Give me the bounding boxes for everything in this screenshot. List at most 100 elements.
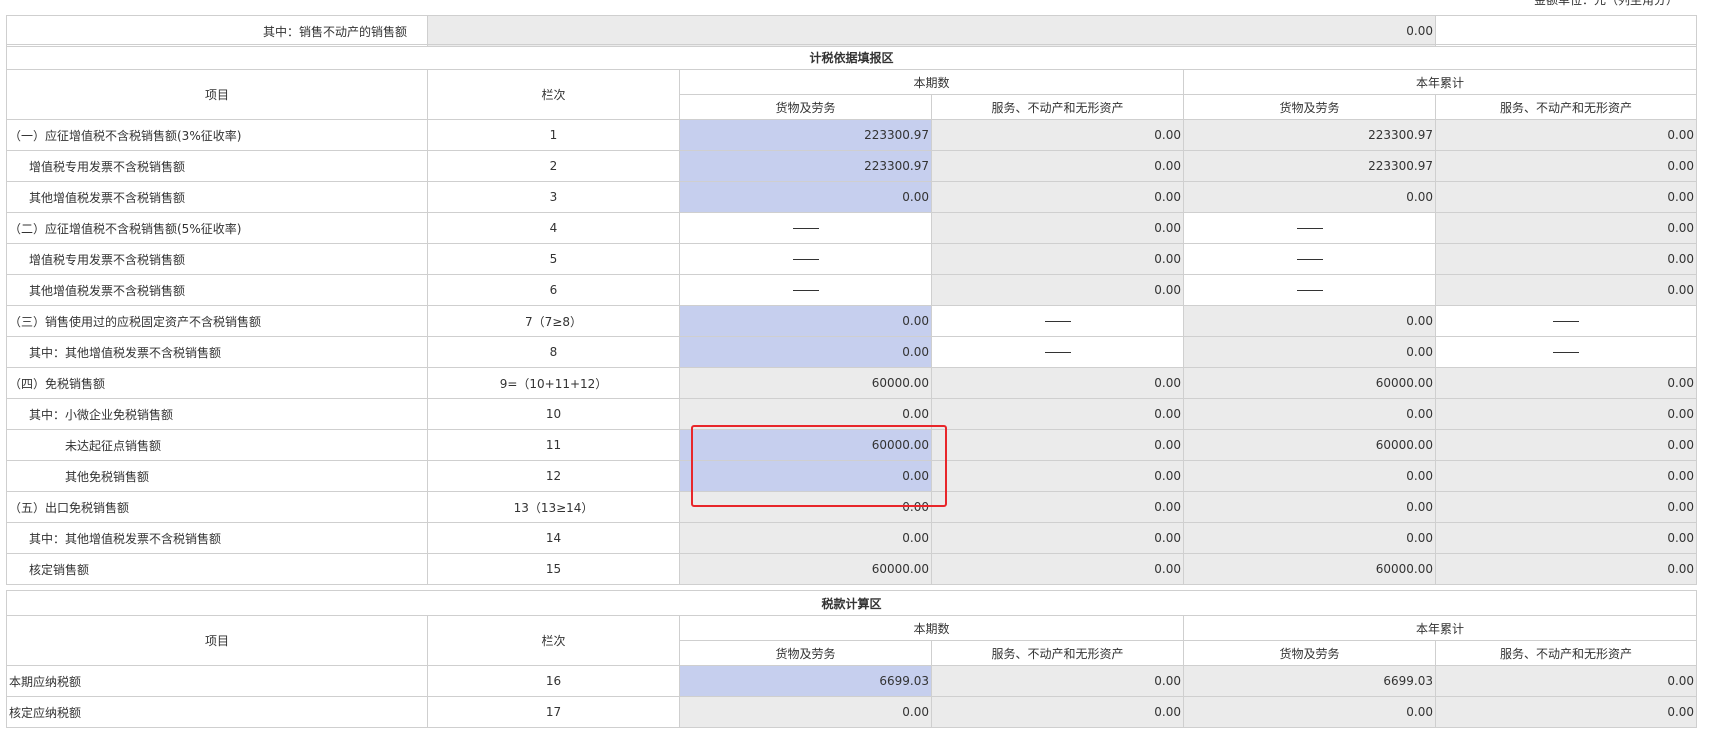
ytd-goods-amount: 60000.00 bbox=[1183, 553, 1436, 585]
table-row: 其中：其他增值税发票不含税销售额 14 0.00 0.00 0.00 0.00 bbox=[6, 522, 1698, 554]
row-label: 其他增值税发票不含税销售额 bbox=[6, 274, 428, 306]
current-goods-amount: 0.00 bbox=[679, 398, 932, 430]
current-goods-amount[interactable]: 6699.03 bbox=[679, 665, 932, 697]
current-services-amount: 0.00 bbox=[931, 522, 1184, 554]
current-goods-amount: 0.00 bbox=[679, 522, 932, 554]
sales-real-estate-value: 0.00 bbox=[427, 15, 1436, 47]
row-line-number: 17 bbox=[427, 696, 680, 728]
ytd-goods-amount: 60000.00 bbox=[1183, 367, 1436, 399]
row-line-number: 8 bbox=[427, 336, 680, 368]
not-applicable-dash bbox=[1044, 352, 1071, 353]
table-row: 其中：其他增值税发票不含税销售额 8 0.00 0.00 bbox=[6, 336, 1698, 368]
ytd-services-amount: 0.00 bbox=[1434, 460, 1698, 492]
table-row: 其他增值税发票不含税销售额 3 0.00 0.00 0.00 0.00 bbox=[6, 181, 1698, 213]
row-label: （一）应征增值税不含税销售额(3%征收率) bbox=[6, 119, 428, 151]
row-line-number: 16 bbox=[427, 665, 680, 697]
not-applicable-dash bbox=[1044, 321, 1071, 322]
sales-real-estate-table: 其中：销售不动产的销售额 0.00 bbox=[6, 15, 1697, 47]
row-label: （三）销售使用过的应税固定资产不含税销售额 bbox=[6, 305, 428, 337]
current-goods-amount bbox=[679, 274, 932, 306]
empty-cell bbox=[1435, 15, 1697, 47]
row-line-number: 3 bbox=[427, 181, 680, 213]
header-services: 服务、不动产和无形资产 bbox=[1434, 94, 1698, 120]
current-goods-amount[interactable]: 0.00 bbox=[679, 460, 932, 492]
row-label: （二）应征增值税不含税销售额(5%征收率) bbox=[6, 212, 428, 244]
tax-calculation-table: 税款计算区 项目 栏次 本期数 本年累计 货物及劳务 服务、不动产和无形资产 货… bbox=[5, 590, 1698, 728]
current-services-amount: 0.00 bbox=[931, 429, 1184, 461]
row-label: 本期应纳税额 bbox=[6, 665, 428, 697]
header-current-period: 本期数 bbox=[679, 615, 1184, 641]
table-row: 其他免税销售额 12 0.00 0.00 0.00 0.00 bbox=[6, 460, 1698, 492]
header-goods: 货物及劳务 bbox=[1183, 640, 1436, 666]
ytd-services-amount: 0.00 bbox=[1434, 429, 1698, 461]
row-label: 其他增值税发票不含税销售额 bbox=[6, 181, 428, 213]
current-goods-amount bbox=[679, 243, 932, 275]
table-row: 其中：小微企业免税销售额 10 0.00 0.00 0.00 0.00 bbox=[6, 398, 1698, 430]
tax-basis-table: 计税依据填报区 项目 栏次 本期数 本年累计 货物及劳务 服务、不动产和无形资产… bbox=[5, 44, 1698, 585]
row-line-number: 13（13≥14） bbox=[427, 491, 680, 523]
current-goods-amount: 0.00 bbox=[679, 696, 932, 728]
ytd-services-amount: 0.00 bbox=[1434, 212, 1698, 244]
ytd-services-amount: 0.00 bbox=[1434, 522, 1698, 554]
row-line-number: 11 bbox=[427, 429, 680, 461]
current-services-amount: 0.00 bbox=[931, 181, 1184, 213]
current-goods-amount[interactable]: 223300.97 bbox=[679, 150, 932, 182]
current-goods-amount[interactable]: 0.00 bbox=[679, 336, 932, 368]
header-line: 栏次 bbox=[427, 615, 680, 666]
table-row: 增值税专用发票不含税销售额 5 0.00 0.00 bbox=[6, 243, 1698, 275]
row-line-number: 14 bbox=[427, 522, 680, 554]
current-goods-amount[interactable]: 0.00 bbox=[679, 305, 932, 337]
current-services-amount: 0.00 bbox=[931, 491, 1184, 523]
row-label: 其中：其他增值税发票不含税销售额 bbox=[6, 522, 428, 554]
ytd-goods-amount: 223300.97 bbox=[1183, 150, 1436, 182]
row-label: 其中：小微企业免税销售额 bbox=[6, 398, 428, 430]
current-services-amount: 0.00 bbox=[931, 119, 1184, 151]
row-line-number: 10 bbox=[427, 398, 680, 430]
row-line-number: 15 bbox=[427, 553, 680, 585]
ytd-services-amount: 0.00 bbox=[1434, 150, 1698, 182]
row-line-number: 1 bbox=[427, 119, 680, 151]
ytd-goods-amount bbox=[1183, 212, 1436, 244]
current-services-amount: 0.00 bbox=[931, 696, 1184, 728]
current-goods-amount: 60000.00 bbox=[679, 367, 932, 399]
row-label: 其中：其他增值税发票不含税销售额 bbox=[6, 336, 428, 368]
current-services-amount: 0.00 bbox=[931, 553, 1184, 585]
current-goods-amount[interactable]: 223300.97 bbox=[679, 119, 932, 151]
ytd-services-amount: 0.00 bbox=[1434, 696, 1698, 728]
row-line-number: 9=（10+11+12） bbox=[427, 367, 680, 399]
not-applicable-dash bbox=[1553, 321, 1580, 322]
table-row: 核定应纳税额 17 0.00 0.00 0.00 0.00 bbox=[6, 696, 1698, 728]
table-row: 本期应纳税额 16 6699.03 0.00 6699.03 0.00 bbox=[6, 665, 1698, 697]
not-applicable-dash bbox=[792, 259, 819, 260]
ytd-goods-amount: 0.00 bbox=[1183, 336, 1436, 368]
current-services-amount: 0.00 bbox=[931, 367, 1184, 399]
ytd-services-amount: 0.00 bbox=[1434, 553, 1698, 585]
ytd-services-amount: 0.00 bbox=[1434, 119, 1698, 151]
table-row: （五）出口免税销售额 13（13≥14） 0.00 0.00 0.00 0.00 bbox=[6, 491, 1698, 523]
header-services: 服务、不动产和无形资产 bbox=[1434, 640, 1698, 666]
row-line-number: 5 bbox=[427, 243, 680, 275]
not-applicable-dash bbox=[792, 290, 819, 291]
row-line-number: 6 bbox=[427, 274, 680, 306]
ytd-services-amount: 0.00 bbox=[1434, 181, 1698, 213]
table-row: （三）销售使用过的应税固定资产不含税销售额 7（7≥8） 0.00 0.00 bbox=[6, 305, 1698, 337]
table-row: 其他增值税发票不含税销售额 6 0.00 0.00 bbox=[6, 274, 1698, 306]
header-goods: 货物及劳务 bbox=[679, 94, 932, 120]
ytd-services-amount bbox=[1434, 305, 1698, 337]
ytd-goods-amount: 0.00 bbox=[1183, 460, 1436, 492]
current-services-amount: 0.00 bbox=[931, 274, 1184, 306]
current-goods-amount[interactable]: 0.00 bbox=[679, 181, 932, 213]
header-services: 服务、不动产和无形资产 bbox=[931, 640, 1184, 666]
ytd-goods-amount: 0.00 bbox=[1183, 398, 1436, 430]
current-services-amount bbox=[931, 336, 1184, 368]
amount-unit-note: 金额单位：元（列至角分） bbox=[1533, 0, 1678, 7]
ytd-goods-amount: 6699.03 bbox=[1183, 665, 1436, 697]
current-services-amount: 0.00 bbox=[931, 665, 1184, 697]
ytd-services-amount: 0.00 bbox=[1434, 491, 1698, 523]
ytd-services-amount: 0.00 bbox=[1434, 367, 1698, 399]
ytd-goods-amount: 0.00 bbox=[1183, 181, 1436, 213]
table-row: 核定销售额 15 60000.00 0.00 60000.00 0.00 bbox=[6, 553, 1698, 585]
row-label: 核定应纳税额 bbox=[6, 696, 428, 728]
row-label: 增值税专用发票不含税销售额 bbox=[6, 150, 428, 182]
current-goods-amount[interactable]: 60000.00 bbox=[679, 429, 932, 461]
